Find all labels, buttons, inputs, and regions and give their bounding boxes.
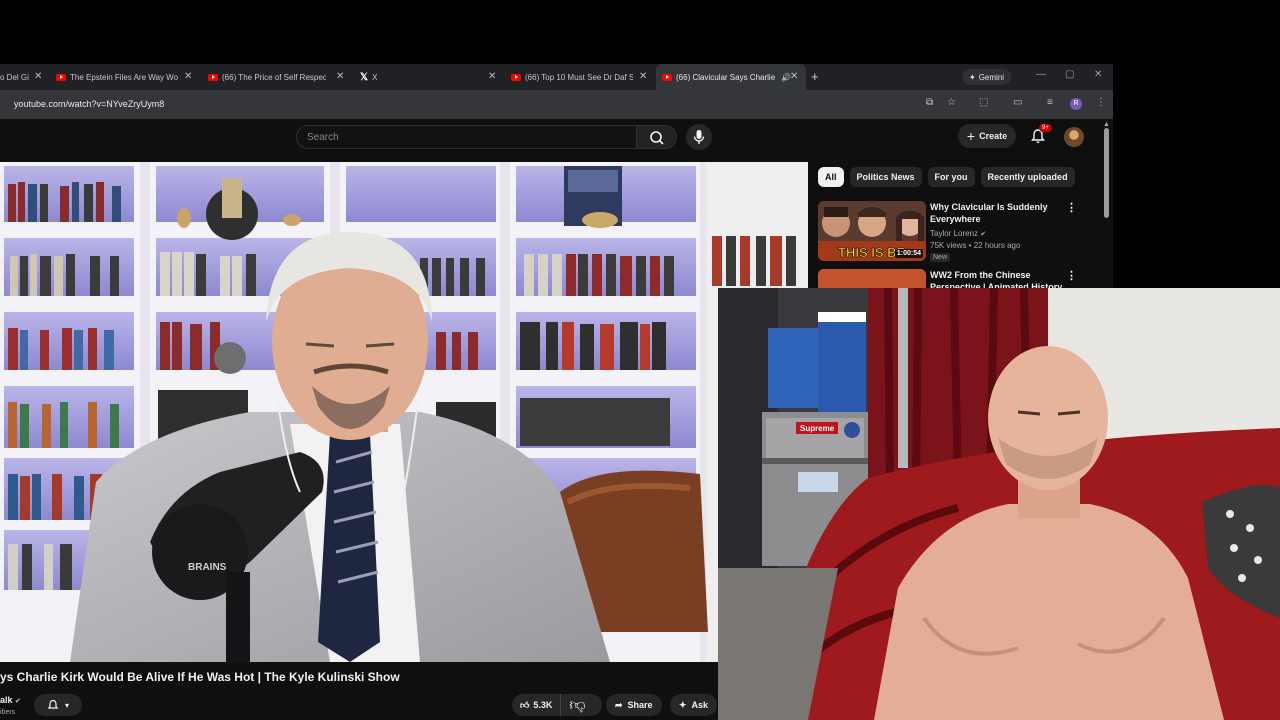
more-options-icon[interactable]: ⋮ <box>1066 269 1077 282</box>
browser-tab[interactable]: The Epstein Files Are Way Wors <box>56 64 178 90</box>
close-tab-icon[interactable]: ✕ <box>488 70 496 84</box>
tab-title: X <box>372 72 378 82</box>
ask-label: Ask <box>691 700 709 710</box>
gemini-sparkle-icon: ✦ <box>969 72 976 82</box>
search-button[interactable] <box>637 125 677 149</box>
mic-brand-label: BRAINS <box>188 562 227 573</box>
browser-menu-icon[interactable]: ⋮ <box>1096 97 1106 108</box>
subscribed-notifications-button[interactable]: ▾ <box>34 694 82 716</box>
chip-for-you[interactable]: For you <box>927 167 975 187</box>
media-controls-icon[interactable]: ≡ <box>1047 97 1053 108</box>
notification-count-badge: 9+ <box>1039 124 1052 132</box>
chevron-down-icon: ▾ <box>64 700 69 710</box>
close-window-icon[interactable]: ✕ <box>1094 69 1102 80</box>
microphone-icon <box>693 130 705 144</box>
browser-tab-active[interactable]: (66) Clavicular Says Charlie 🔊 <box>656 64 806 90</box>
search-input[interactable]: Search <box>296 125 637 149</box>
account-avatar[interactable] <box>1064 127 1084 147</box>
sticker-text: Supreme <box>800 424 835 433</box>
thumbs-down-icon: 👎︎ <box>569 696 586 714</box>
gemini-label: Gemini <box>978 72 1005 82</box>
close-tab-icon[interactable]: ✕ <box>336 70 344 84</box>
voice-search-button[interactable] <box>686 124 712 150</box>
recommendation-meta: 75K views • 22 hours ago <box>930 241 1021 250</box>
thumbs-up-icon: 👍︎ <box>520 699 530 710</box>
chip-all[interactable]: All <box>818 167 844 187</box>
tab-title: (66) The Price of Self Respect - <box>222 72 326 82</box>
ask-sparkle-icon: ✦ <box>679 699 687 710</box>
recommendation-item[interactable]: THIS IS BE 1:00:54 Why Clavicular Is Sud… <box>818 201 1108 262</box>
x-logo-icon: 𝕏 <box>360 71 369 83</box>
share-arrow-icon: ➦ <box>615 699 623 710</box>
webcam-overlay: Supreme <box>718 288 1280 720</box>
youtube-icon <box>662 73 672 81</box>
like-count: 5.3K <box>533 700 553 710</box>
chip-politics-news[interactable]: Politics News <box>849 167 922 187</box>
video-duration: 1:00:54 <box>894 249 923 258</box>
side-panel-icon[interactable]: ▭ <box>1013 97 1022 108</box>
webcam-frame-image: Supreme <box>718 288 1280 720</box>
bookmark-star-icon[interactable]: ☆ <box>947 97 956 108</box>
extensions-icon[interactable]: ⬚ <box>979 97 988 108</box>
share-button[interactable]: ➦ Share <box>606 694 662 716</box>
close-tab-icon[interactable]: ✕ <box>790 70 798 84</box>
scroll-up-arrow-icon[interactable]: ▲ <box>1103 121 1110 128</box>
share-label: Share <box>627 700 653 710</box>
like-button[interactable]: 👍︎ 5.3K <box>512 694 562 716</box>
chip-recently-uploaded[interactable]: Recently uploaded <box>980 167 1075 187</box>
browser-tab[interactable]: (66) The Price of Self Respect - <box>208 64 326 90</box>
tab-title: o Del Gi <box>0 72 29 82</box>
channel-name-text: alk <box>0 695 13 705</box>
tab-title: The Epstein Files Are Way Wors <box>70 72 178 82</box>
video-title: ys Charlie Kirk Would Be Alive If He Was… <box>0 670 400 684</box>
verified-check-icon: ✔ <box>15 698 21 705</box>
gemini-button[interactable]: ✦ Gemini <box>962 69 1012 85</box>
verified-check-icon: ✔ <box>980 231 987 238</box>
new-badge: New <box>930 253 951 262</box>
filter-chip-bar: All Politics News For you Recently uploa… <box>818 167 1075 187</box>
video-frame-image: BRAINS <box>0 162 808 662</box>
close-tab-icon[interactable]: ✕ <box>184 70 192 84</box>
tab-title: (66) Clavicular Says Charlie <box>676 72 776 82</box>
youtube-icon <box>56 73 66 81</box>
youtube-icon <box>208 73 218 81</box>
channel-name[interactable]: alk ✔ <box>0 695 21 705</box>
tab-title: (66) Top 10 Must See Dr Daf Sh <box>525 72 633 82</box>
subscriber-count: ibers <box>0 709 16 716</box>
more-options-icon[interactable]: ⋮ <box>1066 201 1077 214</box>
channel-name: Taylor Lorenz <box>930 229 979 238</box>
install-app-icon[interactable]: ⧉ <box>926 97 933 108</box>
like-dislike-group: 👍︎ 5.3K 👎︎ <box>512 694 602 716</box>
black-letterbox-top <box>0 0 1280 64</box>
search-icon <box>650 131 664 145</box>
close-tab-icon[interactable]: ✕ <box>34 70 42 84</box>
recommendation-channel[interactable]: Taylor Lorenz ✔ <box>930 229 986 238</box>
url-text[interactable]: youtube.com/watch?v=NYveZryUym8 <box>14 99 164 109</box>
address-bar: youtube.com/watch?v=NYveZryUym8 ⧉ ☆ ⬚ ▭ … <box>0 90 1113 119</box>
youtube-header: Search + Create 9+ <box>0 119 1113 159</box>
ask-button[interactable]: ✦ Ask <box>670 694 718 716</box>
close-tab-icon[interactable]: ✕ <box>639 70 647 84</box>
bell-icon <box>47 699 59 709</box>
youtube-icon <box>511 73 521 81</box>
create-button[interactable]: + Create <box>958 124 1016 148</box>
maximize-icon[interactable]: ▢ <box>1065 69 1074 80</box>
video-player[interactable]: BRAINS <box>0 162 808 662</box>
tab-strip: o Del Gi ✕ The Epstein Files Are Way Wor… <box>0 64 1113 90</box>
create-label: Create <box>979 131 1008 141</box>
profile-avatar[interactable]: R <box>1070 98 1082 110</box>
dislike-button[interactable]: 👎︎ <box>561 696 593 715</box>
recommendation-title[interactable]: Why Clavicular Is Suddenly Everywhere <box>930 201 1070 225</box>
plus-icon: + <box>966 128 976 144</box>
new-tab-icon[interactable]: + <box>811 69 819 84</box>
minimize-icon[interactable]: — <box>1036 69 1046 80</box>
browser-tab[interactable]: (66) Top 10 Must See Dr Daf Sh <box>511 64 633 90</box>
browser-tab[interactable]: 𝕏 X <box>360 64 480 90</box>
recommendation-thumbnail[interactable]: THIS IS BE 1:00:54 <box>818 201 926 261</box>
